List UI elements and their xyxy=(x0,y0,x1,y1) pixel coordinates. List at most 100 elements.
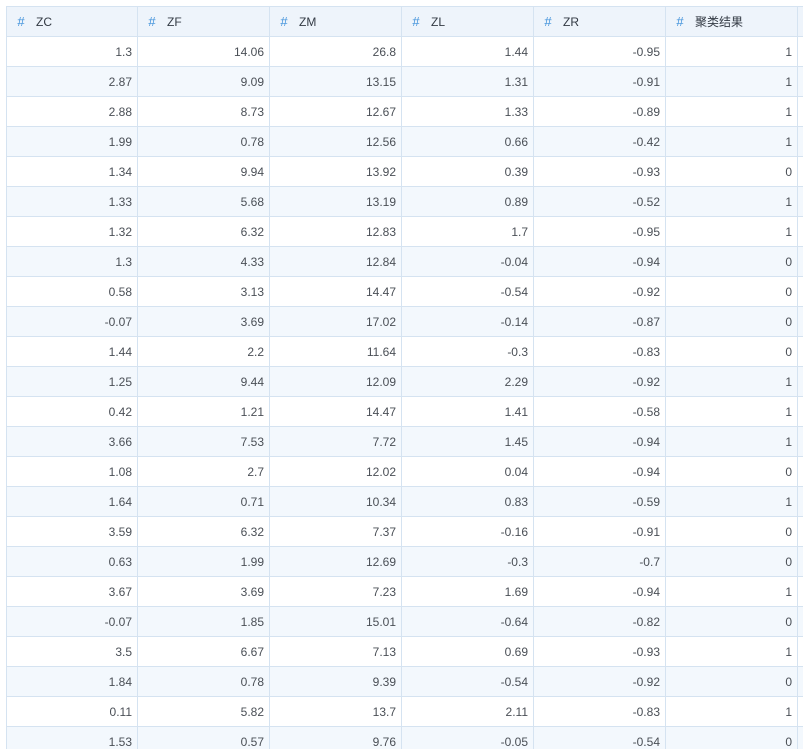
table-cell[interactable]: 7.37 xyxy=(269,516,402,547)
table-cell[interactable]: 2.11 xyxy=(401,696,534,727)
table-row[interactable]: 1.84 0.78 9.39 -0.54 -0.92 0 xyxy=(6,666,803,697)
table-cell[interactable]: -0.89 xyxy=(533,96,666,127)
table-cell[interactable]: 12.02 xyxy=(269,456,402,487)
table-cell[interactable]: 1.33 xyxy=(401,96,534,127)
table-cell[interactable]: 7.72 xyxy=(269,426,402,457)
table-cell[interactable]: 0.04 xyxy=(401,456,534,487)
table-cell[interactable]: 12.56 xyxy=(269,126,402,157)
table-cell[interactable]: 1 xyxy=(665,96,798,127)
table-cell[interactable]: -0.83 xyxy=(533,696,666,727)
table-cell[interactable]: 0.89 xyxy=(401,186,534,217)
table-row[interactable]: 1.34 9.94 13.92 0.39 -0.93 0 xyxy=(6,156,803,187)
table-row[interactable]: 1.64 0.71 10.34 0.83 -0.59 1 xyxy=(6,486,803,517)
table-cell[interactable]: 1.25 xyxy=(6,366,138,397)
table-cell[interactable]: 1.08 xyxy=(6,456,138,487)
table-cell[interactable]: 0 xyxy=(665,546,798,577)
table-cell[interactable]: -0.16 xyxy=(401,516,534,547)
table-cell[interactable]: 5.82 xyxy=(137,696,270,727)
table-cell[interactable]: 1.32 xyxy=(6,216,138,247)
table-cell[interactable]: 0.69 xyxy=(401,636,534,667)
table-row[interactable]: 1.3 4.33 12.84 -0.04 -0.94 0 xyxy=(6,246,803,277)
column-header-zl[interactable]: # ZL xyxy=(401,6,534,37)
table-row[interactable]: 1.3 14.06 26.8 1.44 -0.95 1 xyxy=(6,36,803,67)
table-cell[interactable]: 14.06 xyxy=(137,36,270,67)
table-cell[interactable]: -0.58 xyxy=(533,396,666,427)
table-cell[interactable]: 15.01 xyxy=(269,606,402,637)
table-cell[interactable]: 3.69 xyxy=(137,306,270,337)
table-cell[interactable]: 14.47 xyxy=(269,396,402,427)
column-header-zc[interactable]: # ZC xyxy=(6,6,138,37)
table-cell[interactable]: 4.33 xyxy=(137,246,270,277)
table-cell[interactable]: 0 xyxy=(665,336,798,367)
table-cell[interactable]: -0.83 xyxy=(533,336,666,367)
table-row[interactable]: 1.25 9.44 12.09 2.29 -0.92 1 xyxy=(6,366,803,397)
table-cell[interactable]: 12.67 xyxy=(269,96,402,127)
table-cell[interactable]: 0 xyxy=(665,156,798,187)
table-cell[interactable]: -0.91 xyxy=(533,66,666,97)
table-row[interactable]: 1.99 0.78 12.56 0.66 -0.42 1 xyxy=(6,126,803,157)
table-cell[interactable]: 0.78 xyxy=(137,666,270,697)
table-row[interactable]: 1.08 2.7 12.02 0.04 -0.94 0 xyxy=(6,456,803,487)
table-cell[interactable]: 2.29 xyxy=(401,366,534,397)
table-cell[interactable]: 6.67 xyxy=(137,636,270,667)
table-cell[interactable]: 1.41 xyxy=(401,396,534,427)
table-cell[interactable]: 6.32 xyxy=(137,516,270,547)
table-cell[interactable]: 1 xyxy=(665,366,798,397)
table-row[interactable]: 0.63 1.99 12.69 -0.3 -0.7 0 xyxy=(6,546,803,577)
table-cell[interactable]: -0.91 xyxy=(533,516,666,547)
table-cell[interactable]: 11.64 xyxy=(269,336,402,367)
table-cell[interactable]: 6.32 xyxy=(137,216,270,247)
table-cell[interactable]: -0.64 xyxy=(401,606,534,637)
table-cell[interactable]: 0.71 xyxy=(137,486,270,517)
table-cell[interactable]: -0.54 xyxy=(401,276,534,307)
table-cell[interactable]: 7.23 xyxy=(269,576,402,607)
table-cell[interactable]: 1.34 xyxy=(6,156,138,187)
table-cell[interactable]: 13.92 xyxy=(269,156,402,187)
table-cell[interactable]: 17.02 xyxy=(269,306,402,337)
table-row[interactable]: 3.67 3.69 7.23 1.69 -0.94 1 xyxy=(6,576,803,607)
table-row[interactable]: 0.11 5.82 13.7 2.11 -0.83 1 xyxy=(6,696,803,727)
table-cell[interactable]: 1.21 xyxy=(137,396,270,427)
table-cell[interactable]: 9.09 xyxy=(137,66,270,97)
table-cell[interactable]: 1.33 xyxy=(6,186,138,217)
table-cell[interactable]: 0.63 xyxy=(6,546,138,577)
table-cell[interactable]: 0.42 xyxy=(6,396,138,427)
table-cell[interactable]: -0.54 xyxy=(533,726,666,749)
table-cell[interactable]: -0.94 xyxy=(533,456,666,487)
table-row[interactable]: -0.07 3.69 17.02 -0.14 -0.87 0 xyxy=(6,306,803,337)
table-cell[interactable]: 1.44 xyxy=(6,336,138,367)
table-cell[interactable]: -0.93 xyxy=(533,636,666,667)
table-row[interactable]: 1.44 2.2 11.64 -0.3 -0.83 0 xyxy=(6,336,803,367)
table-cell[interactable]: 2.2 xyxy=(137,336,270,367)
table-cell[interactable]: 1.3 xyxy=(6,36,138,67)
table-cell[interactable]: -0.07 xyxy=(6,606,138,637)
table-cell[interactable]: -0.82 xyxy=(533,606,666,637)
table-cell[interactable]: 13.19 xyxy=(269,186,402,217)
table-cell[interactable]: 0 xyxy=(665,666,798,697)
table-cell[interactable]: 13.7 xyxy=(269,696,402,727)
table-cell[interactable]: -0.14 xyxy=(401,306,534,337)
table-cell[interactable]: -0.07 xyxy=(6,306,138,337)
table-row[interactable]: 2.87 9.09 13.15 1.31 -0.91 1 xyxy=(6,66,803,97)
table-cell[interactable]: 0.11 xyxy=(6,696,138,727)
table-row[interactable]: 1.33 5.68 13.19 0.89 -0.52 1 xyxy=(6,186,803,217)
table-cell[interactable]: 13.15 xyxy=(269,66,402,97)
table-cell[interactable]: 0 xyxy=(665,306,798,337)
table-row[interactable]: 2.88 8.73 12.67 1.33 -0.89 1 xyxy=(6,96,803,127)
table-cell[interactable]: 26.8 xyxy=(269,36,402,67)
table-cell[interactable]: 1 xyxy=(665,636,798,667)
table-cell[interactable]: -0.92 xyxy=(533,276,666,307)
table-cell[interactable]: 3.69 xyxy=(137,576,270,607)
table-cell[interactable]: -0.94 xyxy=(533,576,666,607)
table-cell[interactable]: 1 xyxy=(665,36,798,67)
table-cell[interactable]: 0.58 xyxy=(6,276,138,307)
table-cell[interactable]: 12.69 xyxy=(269,546,402,577)
table-cell[interactable]: -0.87 xyxy=(533,306,666,337)
table-cell[interactable]: -0.95 xyxy=(533,36,666,67)
table-row[interactable]: 3.5 6.67 7.13 0.69 -0.93 1 xyxy=(6,636,803,667)
table-cell[interactable]: 0.57 xyxy=(137,726,270,749)
table-cell[interactable]: 1 xyxy=(665,126,798,157)
table-cell[interactable]: 3.66 xyxy=(6,426,138,457)
table-cell[interactable]: 0 xyxy=(665,726,798,749)
table-cell[interactable]: 1.84 xyxy=(6,666,138,697)
